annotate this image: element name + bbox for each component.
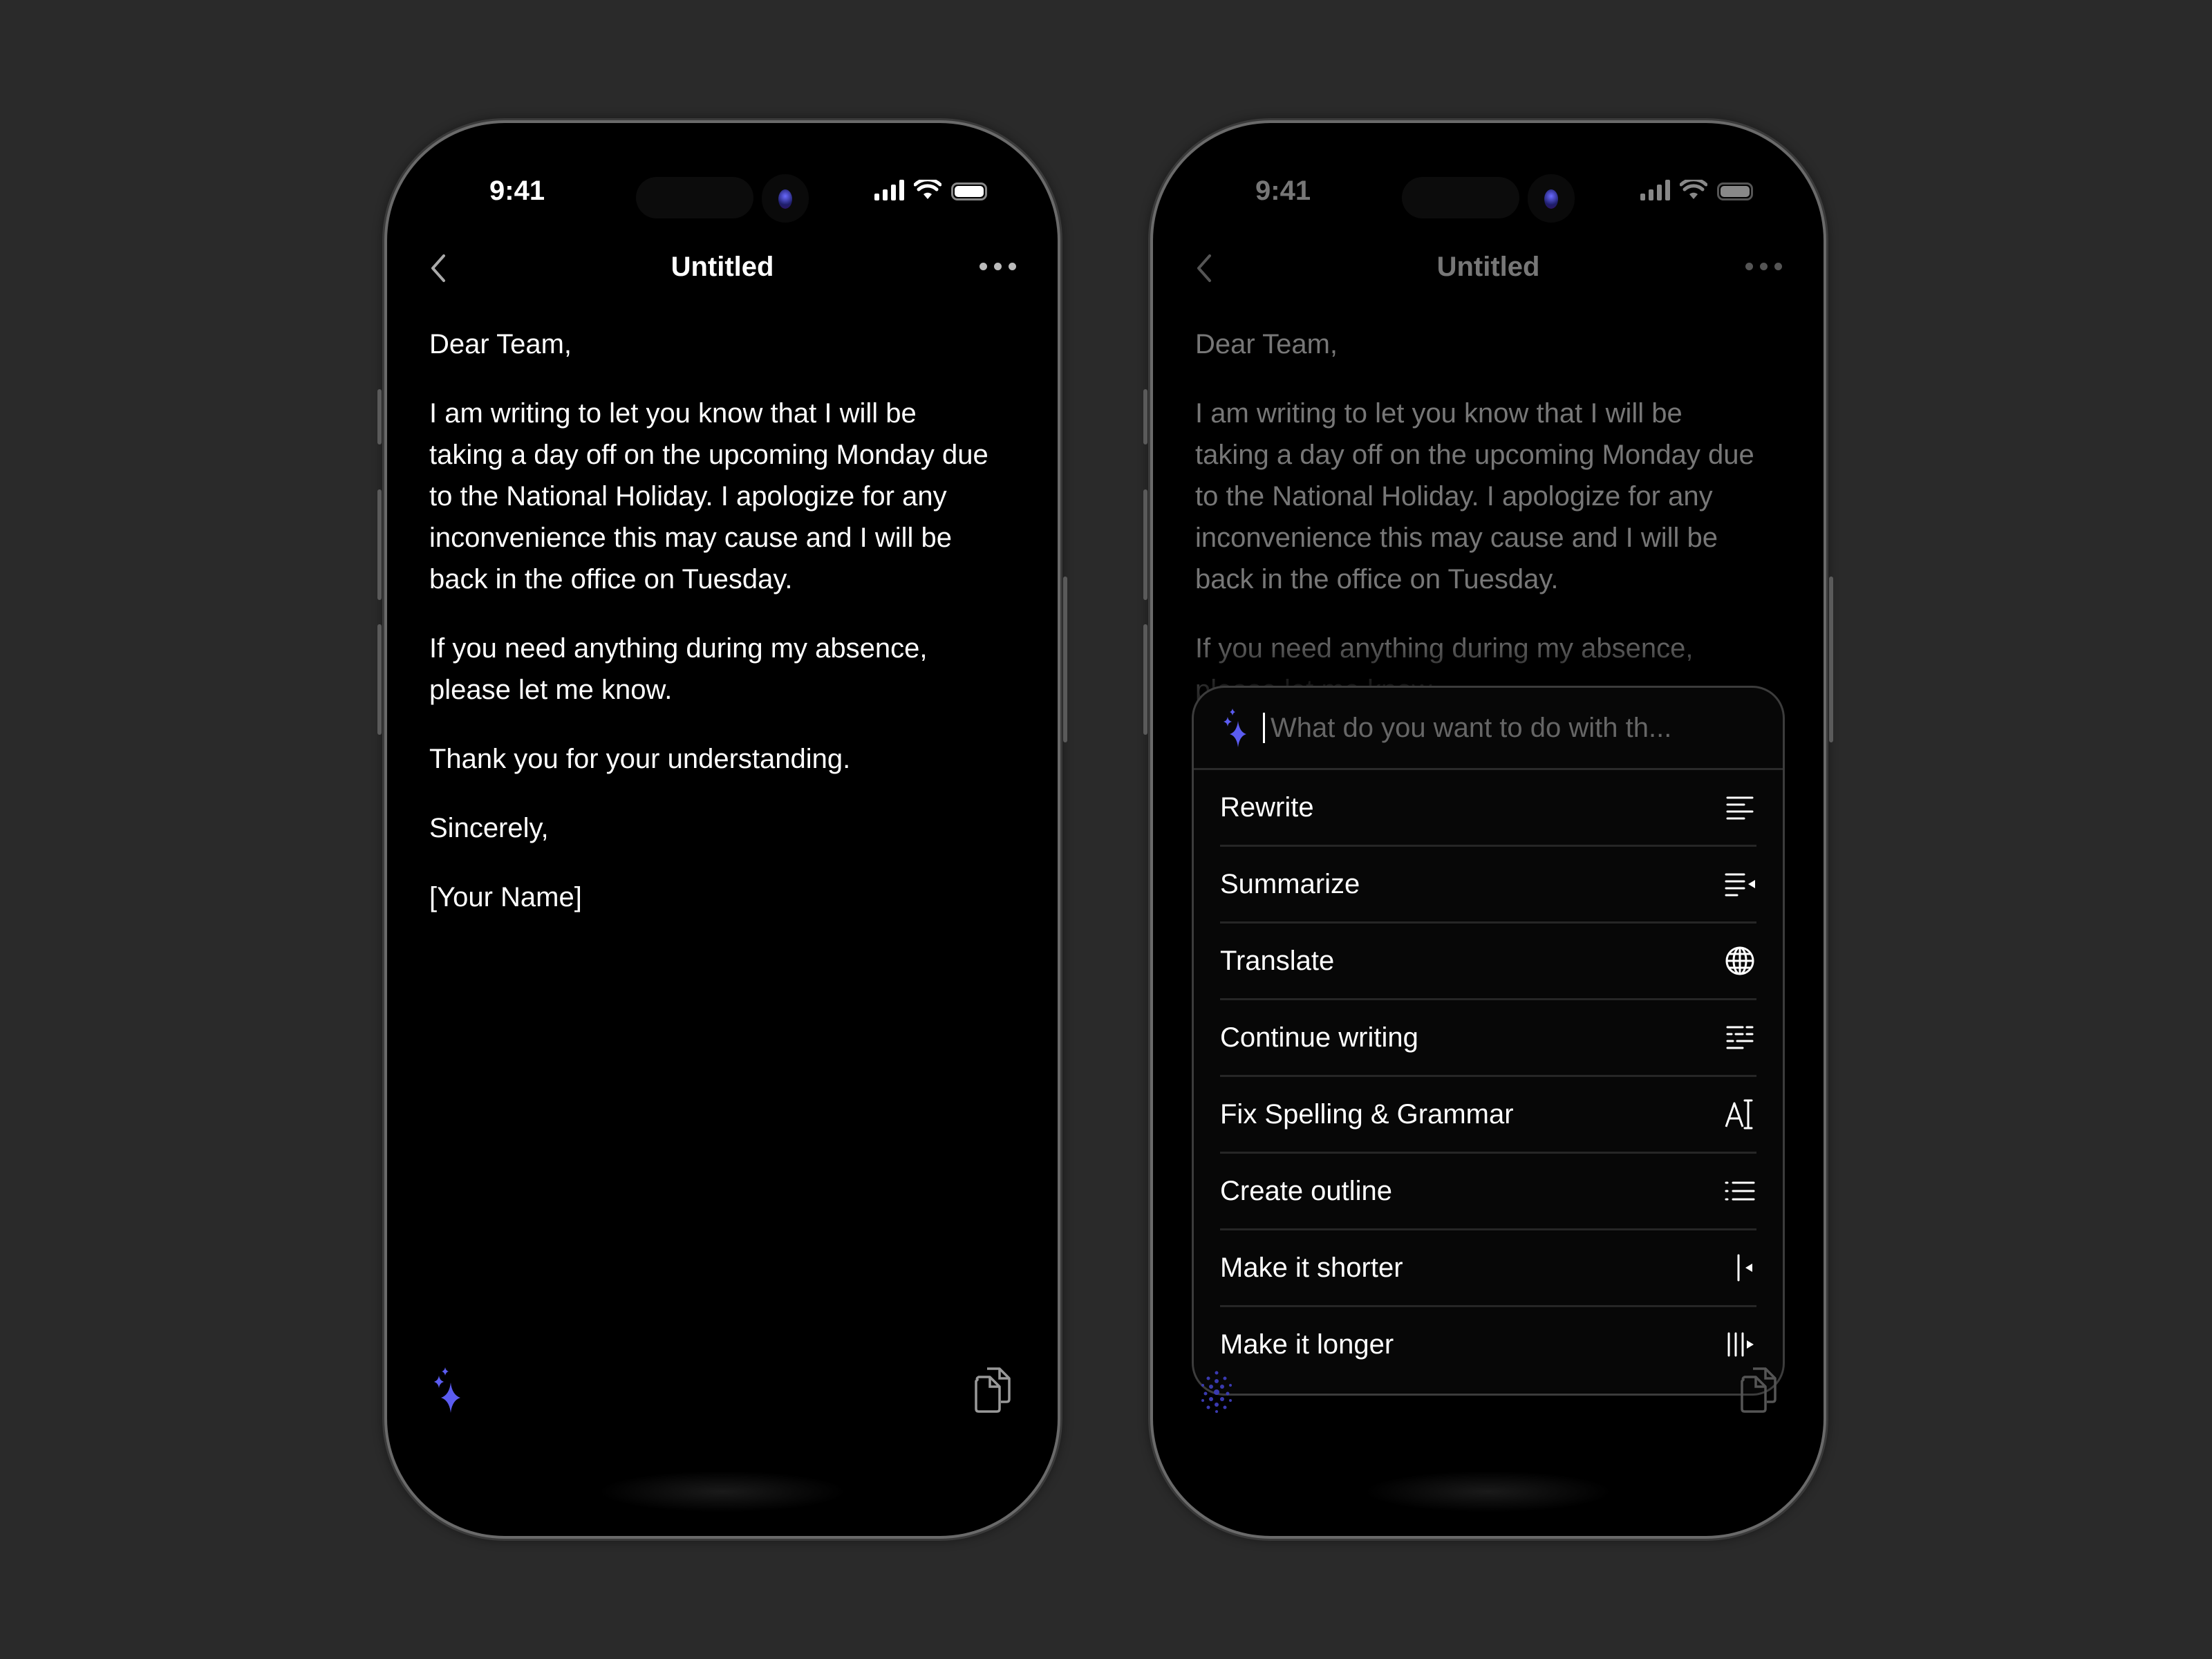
status-time: 9:41	[489, 176, 545, 206]
navigation-bar: Untitled	[394, 241, 1051, 296]
text-cursor-icon	[1725, 1099, 1753, 1130]
status-time: 9:41	[1255, 176, 1311, 206]
ellipsis-icon[interactable]	[980, 263, 1016, 270]
phone-left: 9:41 Untitled Dear Team, I am writing to…	[377, 123, 1067, 1536]
home-indicator	[1364, 1471, 1613, 1512]
paragraph: I am writing to let you know that I will…	[1195, 398, 1754, 594]
menu-item-label: Make it shorter	[1220, 1252, 1403, 1283]
paragraph: If you need anything during my absence, …	[429, 633, 928, 705]
menu-item-label: Rewrite	[1220, 791, 1314, 823]
continue-writing-icon	[1726, 1026, 1754, 1049]
navigation-bar: Untitled	[1160, 241, 1817, 296]
menu-item-label: Summarize	[1220, 868, 1360, 899]
power-button	[1829, 577, 1833, 742]
paragraph: Dear Team,	[429, 329, 572, 359]
dynamic-island	[636, 174, 809, 223]
ai-actions-list: Rewrite Summarize Translate Continue wri…	[1194, 770, 1783, 1382]
page-title: Untitled	[671, 252, 774, 282]
menu-item-rewrite[interactable]: Rewrite	[1220, 770, 1756, 847]
lengthen-icon	[1727, 1332, 1754, 1357]
paragraph: [Your Name]	[429, 882, 582, 912]
menu-item-label: Continue writing	[1220, 1022, 1418, 1053]
sparkles-icon[interactable]	[430, 1366, 471, 1414]
menu-item-label: Make it longer	[1220, 1329, 1394, 1360]
copy-documents-icon[interactable]	[1739, 1366, 1778, 1414]
menu-item-label: Fix Spelling & Grammar	[1220, 1098, 1514, 1130]
document-body[interactable]: Dear Team, I am writing to let you know …	[429, 324, 995, 946]
status-icons	[1640, 180, 1753, 200]
screen: 9:41 Untitled Dear Team, I am writing to…	[1160, 130, 1817, 1529]
wifi-icon	[1680, 180, 1707, 199]
ai-prompt-input[interactable]	[1269, 711, 1756, 744]
menu-item-label: Create outline	[1220, 1175, 1393, 1206]
battery-icon	[951, 182, 987, 200]
sparkles-icon	[1224, 709, 1246, 747]
paragraph: I am writing to let you know that I will…	[429, 398, 988, 594]
ai-actions-menu: Rewrite Summarize Translate Continue wri…	[1194, 688, 1783, 1394]
menu-item-create-outline[interactable]: Create outline	[1220, 1154, 1756, 1230]
dynamic-island	[1402, 174, 1575, 223]
copy-documents-icon[interactable]	[973, 1366, 1012, 1414]
phone-right: 9:41 Untitled Dear Team, I am writing to…	[1143, 123, 1833, 1536]
signal-icon	[874, 180, 904, 200]
paragraph: Dear Team,	[1195, 329, 1338, 359]
summarize-icon	[1725, 873, 1755, 897]
volume-down-button	[377, 624, 382, 735]
globe-icon	[1725, 946, 1754, 975]
camera-icon	[762, 174, 809, 223]
list-icon	[1725, 1181, 1755, 1201]
volume-up-button	[377, 489, 382, 600]
status-icons	[874, 180, 987, 200]
menu-item-make-longer[interactable]: Make it longer	[1220, 1307, 1756, 1382]
battery-icon	[1717, 182, 1753, 200]
wifi-icon	[914, 180, 941, 199]
volume-down-button	[1143, 624, 1147, 735]
align-left-icon	[1726, 796, 1754, 820]
menu-item-translate[interactable]: Translate	[1220, 924, 1756, 1000]
signal-icon	[1640, 180, 1670, 200]
text-caret	[1263, 713, 1265, 743]
menu-item-label: Translate	[1220, 945, 1335, 976]
page-title: Untitled	[1436, 252, 1540, 282]
home-indicator	[598, 1471, 847, 1512]
menu-item-continue-writing[interactable]: Continue writing	[1220, 1000, 1756, 1077]
shorten-icon	[1737, 1254, 1752, 1282]
paragraph: Sincerely,	[429, 813, 549, 843]
loading-dots-icon	[1201, 1371, 1232, 1413]
ellipsis-icon[interactable]	[1745, 263, 1782, 270]
screen: 9:41 Untitled Dear Team, I am writing to…	[394, 130, 1051, 1529]
ai-prompt-row	[1194, 688, 1783, 770]
power-button	[1063, 577, 1067, 742]
menu-item-make-shorter[interactable]: Make it shorter	[1220, 1230, 1756, 1307]
action-button	[1143, 389, 1147, 444]
camera-icon	[1528, 174, 1575, 223]
action-button	[377, 389, 382, 444]
menu-item-fix-spelling-grammar[interactable]: Fix Spelling & Grammar	[1220, 1077, 1756, 1154]
menu-item-summarize[interactable]: Summarize	[1220, 847, 1756, 924]
document-body[interactable]: Dear Team, I am writing to let you know …	[1195, 324, 1761, 738]
volume-up-button	[1143, 489, 1147, 600]
paragraph: Thank you for your understanding.	[429, 744, 851, 774]
